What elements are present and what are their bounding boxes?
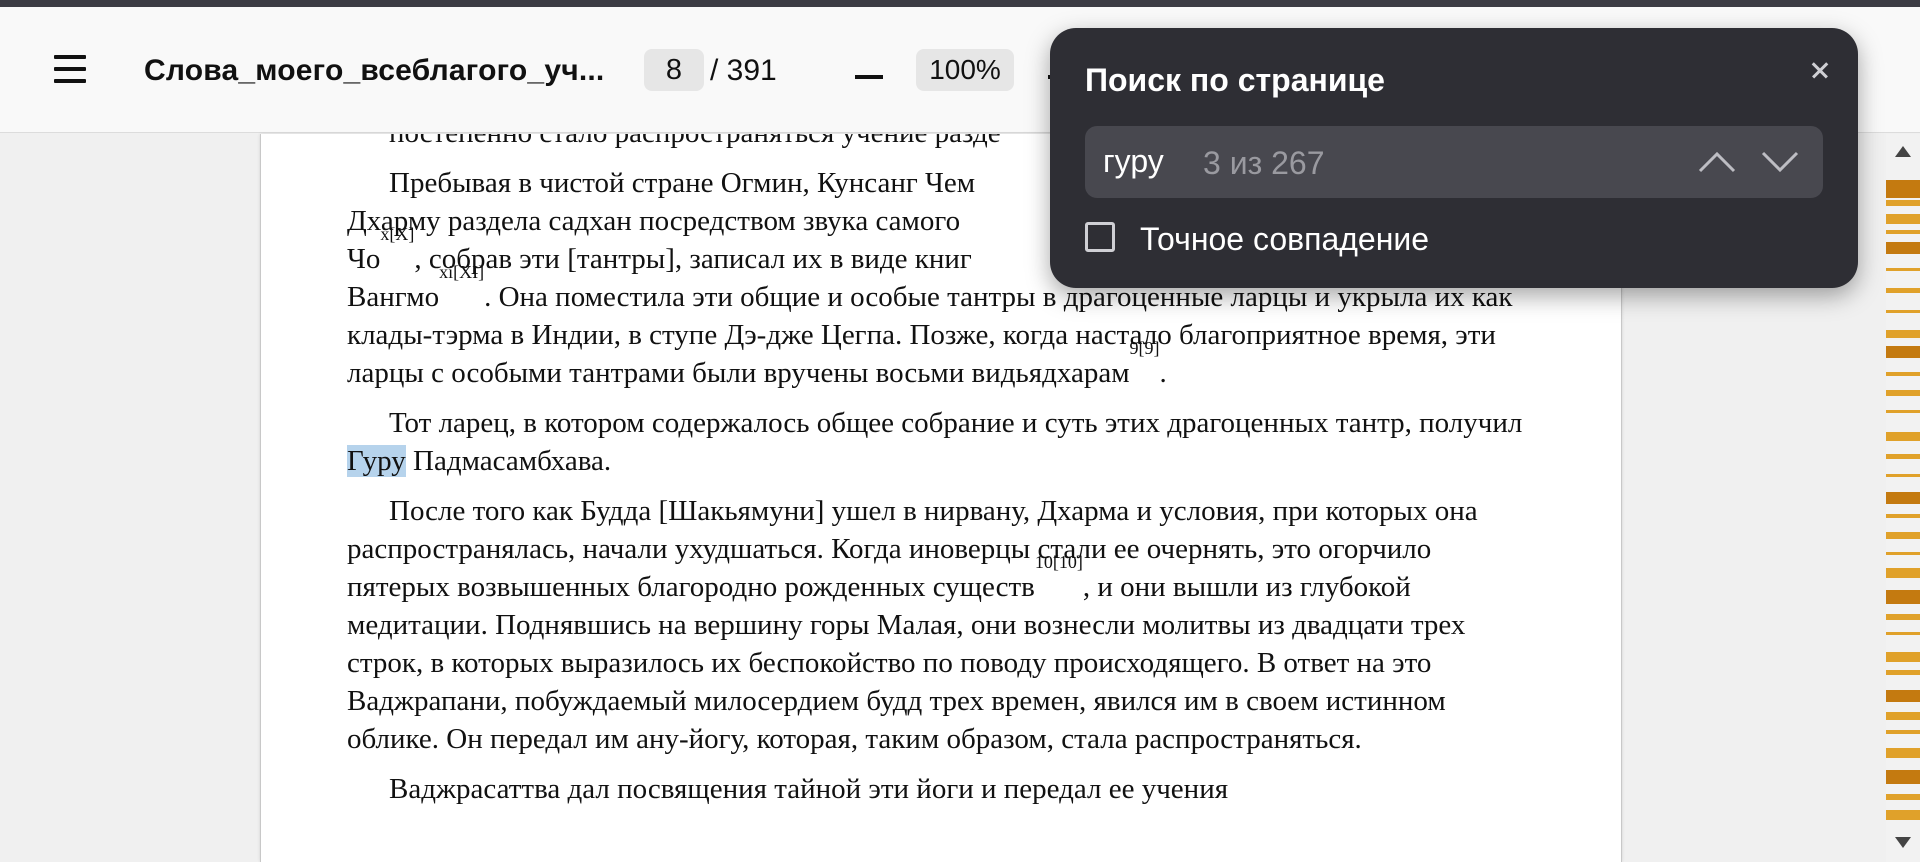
page-search-popup: Поиск по странице гуру 3 из 267 Точное с… (1050, 28, 1858, 288)
zoom-out-button[interactable] (855, 75, 883, 79)
footnote-ref-10[interactable]: 10[10] (1035, 552, 1083, 572)
paragraph-2: Тот ларец, в котором содержалось общее с… (347, 407, 1523, 477)
exact-match-checkbox[interactable] (1085, 222, 1115, 252)
document-title: Слова_моего_всеблагого_уч... (144, 54, 605, 87)
search-highlight: Гуру (347, 445, 406, 477)
page-total: / 391 (710, 54, 777, 87)
search-popup-title: Поиск по странице (1085, 62, 1385, 98)
footnote-ref-xi[interactable]: xi[XI] (439, 262, 484, 282)
paragraph-3: После того как Будда [Шакьямуни] ушел в … (347, 495, 1478, 755)
scroll-down-arrow-icon[interactable] (1895, 837, 1911, 848)
zoom-level[interactable]: 100% (916, 49, 1014, 91)
chevron-down-icon[interactable] (1760, 150, 1800, 174)
page-number-input[interactable]: 8 (644, 49, 704, 91)
paragraph-partial-bottom: Ваджрасаттва дал посвящения тайной эти й… (389, 773, 1229, 805)
search-input[interactable]: гуру 3 из 267 (1085, 126, 1823, 198)
search-result-markers (1886, 170, 1920, 830)
hamburger-menu-icon[interactable] (50, 51, 90, 87)
close-icon[interactable] (1806, 56, 1836, 86)
chevron-up-icon[interactable] (1697, 150, 1737, 174)
footnote-ref-x[interactable]: x[X] (380, 224, 414, 244)
scroll-up-arrow-icon[interactable] (1895, 146, 1911, 157)
exact-match-label[interactable]: Точное совпадение (1140, 221, 1429, 258)
footnote-ref-9[interactable]: 9[9] (1130, 338, 1160, 358)
search-result-count: 3 из 267 (1203, 145, 1325, 181)
search-query[interactable]: гуру (1103, 143, 1164, 180)
window-top-border (0, 0, 1920, 7)
